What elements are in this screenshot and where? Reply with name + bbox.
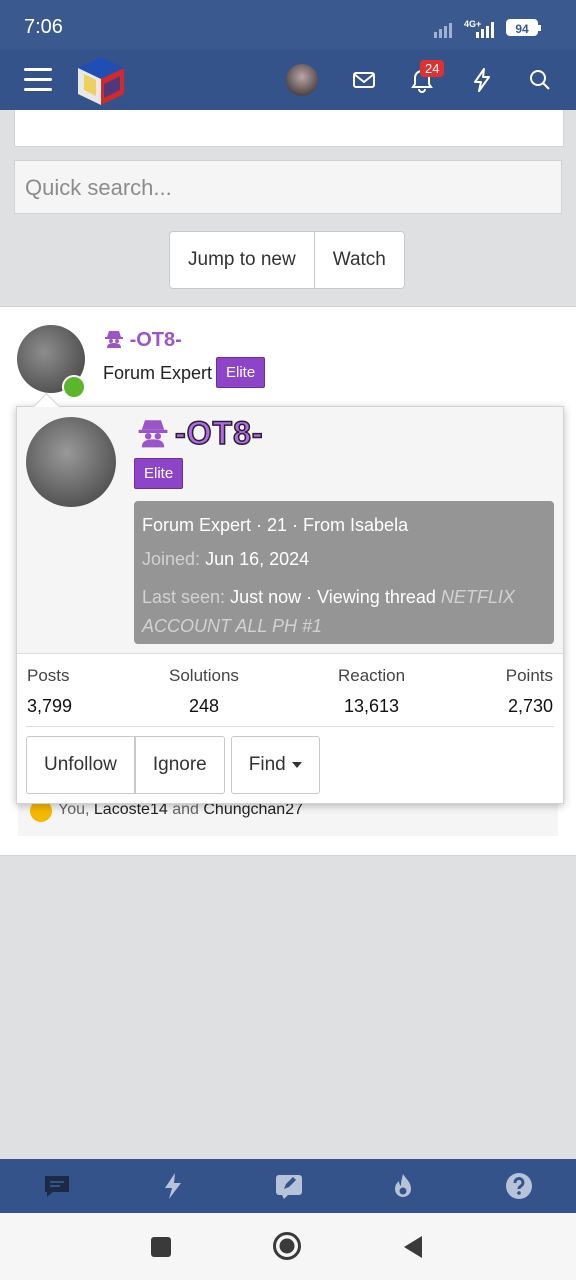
member-stats: Posts 3,799 Solutions 248 Reaction 13,61… (17, 653, 563, 726)
spy-icon (105, 331, 123, 348)
caret-down-icon (291, 761, 302, 768)
bottom-navigation (0, 1159, 576, 1213)
user-title: Forum Expert (103, 363, 213, 383)
back-icon[interactable] (402, 1234, 424, 1260)
member-username[interactable]: -OT8- (174, 414, 264, 452)
online-indicator-icon (62, 375, 86, 399)
recents-icon[interactable] (150, 1236, 172, 1258)
stat-value[interactable]: 13,613 (338, 696, 405, 717)
bolt-icon[interactable] (466, 64, 498, 96)
post-author[interactable]: -OT8- (104, 329, 182, 352)
system-navigation (0, 1213, 576, 1280)
trending-icon[interactable] (388, 1171, 418, 1201)
whats-new-icon[interactable] (158, 1171, 188, 1201)
app-header: 24 (0, 50, 576, 110)
home-icon[interactable] (272, 1231, 302, 1261)
member-title-line: Forum Expert · 21 · From Isabela (142, 515, 409, 535)
user-banner: Elite (134, 458, 184, 489)
watch-button[interactable]: Watch (313, 232, 404, 288)
help-icon[interactable] (504, 1171, 534, 1201)
previous-content-card (14, 110, 564, 147)
site-logo[interactable] (74, 54, 128, 108)
network-label: 4G+ (464, 19, 481, 29)
member-tooltip-header: -OT8- Elite Forum Expert · 21 · From Isa… (17, 407, 563, 653)
user-banner: Elite (216, 357, 266, 388)
find-label: Find (248, 754, 286, 775)
stat-label: Posts (27, 666, 70, 685)
signal-icon: 4G+ (434, 19, 494, 38)
ignore-button[interactable]: Ignore (134, 736, 225, 794)
thread-actions: Jump to new Watch (169, 231, 405, 289)
stat-points: Points 2,730 (506, 666, 553, 717)
member-tooltip: -OT8- Elite Forum Expert · 21 · From Isa… (16, 393, 564, 804)
joined-label: Joined: (142, 549, 201, 569)
mail-icon[interactable] (348, 64, 380, 96)
find-button[interactable]: Find (230, 736, 320, 794)
avatar[interactable] (286, 64, 318, 96)
unfollow-button[interactable]: Unfollow (26, 736, 135, 794)
divider (26, 726, 554, 727)
stat-posts: Posts 3,799 (27, 666, 72, 717)
last-seen-line: Last seen: Just now · Viewing thread NET… (142, 583, 546, 641)
menu-icon[interactable] (24, 68, 52, 92)
stat-value[interactable]: 248 (169, 696, 239, 717)
stat-solutions: Solutions 248 (169, 666, 239, 717)
search-icon[interactable] (524, 64, 556, 96)
stat-label: Points (505, 666, 553, 685)
stat-reaction: Reaction 13,613 (338, 666, 405, 717)
stat-value[interactable]: 2,730 (506, 696, 553, 717)
compose-icon[interactable] (274, 1171, 304, 1201)
last-seen-value: Just now · Viewing thread (230, 587, 436, 607)
battery-icon: 94 (506, 19, 541, 36)
clock: 7:06 (24, 16, 63, 38)
joined-line: Joined: Jun 16, 2024 (142, 549, 309, 570)
status-bar: 7:06 4G+ 94 (0, 0, 576, 50)
jump-to-new-button[interactable]: Jump to new (170, 232, 314, 288)
stat-label: Reaction (338, 666, 406, 685)
member-actions: Unfollow Ignore Find (26, 736, 320, 794)
last-seen-label: Last seen: (142, 587, 226, 607)
spy-icon (138, 420, 168, 448)
stat-label: Solutions (169, 666, 239, 685)
member-info: Forum Expert · 21 · From Isabela Joined:… (134, 501, 554, 644)
post-author-name[interactable]: -OT8- (130, 329, 182, 351)
stat-value[interactable]: 3,799 (27, 696, 72, 717)
notification-count-badge: 24 (420, 60, 445, 77)
joined-value: Jun 16, 2024 (205, 549, 310, 569)
chat-icon[interactable] (42, 1171, 72, 1201)
avatar[interactable] (26, 417, 116, 507)
search-input[interactable]: Quick search... (14, 160, 562, 214)
